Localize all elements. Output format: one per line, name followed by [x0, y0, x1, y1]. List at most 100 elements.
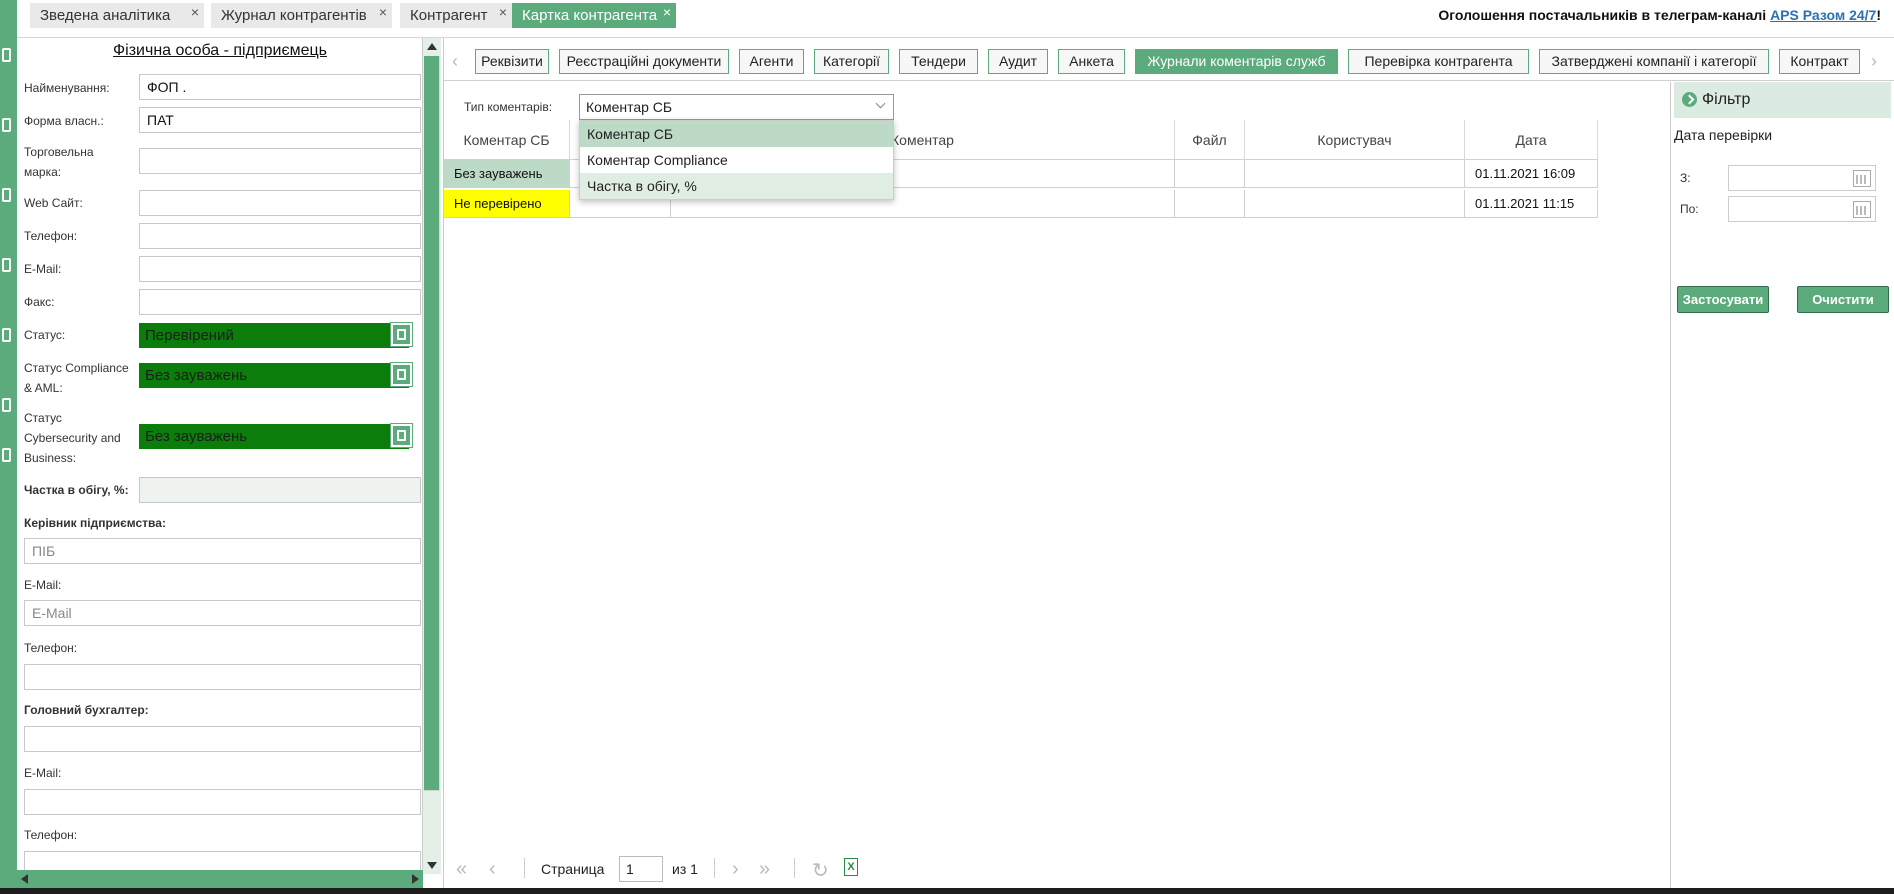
compliance-edit-button[interactable]	[390, 362, 413, 387]
option-compliance-comment[interactable]: Коментар Compliance	[580, 147, 893, 173]
close-icon[interactable]: ×	[663, 0, 671, 25]
cyber-label-3: Business:	[24, 451, 77, 465]
director-email-field[interactable]: E-Mail	[24, 600, 421, 626]
tab-requisites[interactable]: Реквізити	[475, 49, 549, 74]
tab-questionnaire[interactable]: Анкета	[1058, 49, 1125, 74]
clear-button[interactable]: Очистити	[1797, 286, 1889, 313]
table-row-cell-sb[interactable]: Без зауважень	[444, 160, 570, 188]
table-row-cell-date[interactable]: 01.11.2021 11:15	[1465, 190, 1598, 218]
next-page-icon[interactable]: ›	[732, 858, 739, 881]
col-header-file[interactable]: Файл	[1175, 120, 1245, 160]
status-text: Перевірений	[145, 327, 234, 344]
director-phone-label: Телефон:	[24, 641, 78, 655]
filter-header[interactable]: Фільтр	[1674, 82, 1891, 118]
option-turnover-share[interactable]: Частка в обігу, %	[580, 173, 893, 199]
scroll-up-arrow-icon[interactable]	[427, 43, 437, 50]
tab-contract[interactable]: Контракт	[1779, 49, 1860, 74]
scroll-down-arrow-icon[interactable]	[427, 862, 437, 869]
scroll-left-arrow-icon[interactable]	[21, 874, 28, 884]
nav-icon-5[interactable]	[2, 328, 11, 342]
email-field[interactable]	[139, 256, 421, 282]
table-row-cell-file[interactable]	[1175, 160, 1245, 188]
close-icon[interactable]: ×	[191, 0, 199, 25]
director-name-field[interactable]: ПІБ	[24, 538, 421, 564]
page-input[interactable]: 1	[619, 856, 663, 882]
tab-approved-companies[interactable]: Затверджені компанії і категорії	[1539, 49, 1769, 74]
tabs-next-arrow-icon[interactable]: ›	[1871, 51, 1877, 72]
table-row-cell-user[interactable]	[1245, 160, 1465, 188]
calendar-icon[interactable]	[1853, 170, 1871, 187]
email-label: E-Mail:	[24, 262, 62, 276]
cyber-label-2: Cybersecurity and	[24, 431, 121, 445]
compliance-label-1: Статус Compliance	[24, 361, 129, 375]
trademark-field[interactable]	[139, 148, 421, 174]
comment-type-label: Тип коментарів:	[464, 100, 553, 114]
name-field[interactable]: ФОП .	[139, 74, 421, 100]
app-window: Зведена аналітика × Журнал контрагентів × …	[0, 0, 1894, 894]
table-row-cell-date[interactable]: 01.11.2021 16:09	[1465, 160, 1598, 188]
tab-counterparty-card[interactable]: Картка контрагента ×	[512, 3, 676, 28]
left-panel-hscrollbar[interactable]	[17, 870, 423, 888]
edit-icon	[397, 329, 406, 340]
tab-counterparty[interactable]: Контрагент ×	[400, 3, 512, 28]
cyber-edit-button[interactable]	[390, 423, 413, 448]
nav-icon-7[interactable]	[2, 448, 11, 462]
scroll-thumb[interactable]	[424, 56, 440, 791]
tab-registration-docs[interactable]: Реєстраційні документи	[559, 49, 729, 74]
close-icon[interactable]: ×	[379, 0, 387, 25]
tab-comment-journals[interactable]: Журнали коментарів служб	[1135, 49, 1338, 74]
refresh-icon[interactable]: ↻	[812, 858, 829, 883]
accountant-email-field[interactable]	[24, 789, 421, 815]
ownership-field[interactable]: ПАТ	[139, 107, 421, 133]
fax-field[interactable]	[139, 289, 421, 315]
website-field[interactable]	[139, 190, 421, 216]
last-page-icon[interactable]: »	[759, 858, 770, 881]
table-row-cell-file[interactable]	[1175, 190, 1245, 218]
comment-type-select[interactable]: Коментар СБ	[579, 94, 894, 120]
nav-icon-3[interactable]	[2, 188, 11, 202]
tab-counterparty-check[interactable]: Перевірка контрагента	[1348, 49, 1529, 74]
apply-button[interactable]: Застосувати	[1677, 286, 1769, 313]
tab-audit[interactable]: Аудит	[988, 49, 1048, 74]
table-row-cell-user[interactable]	[1245, 190, 1465, 218]
nav-icon-1[interactable]	[2, 48, 11, 62]
director-phone-field[interactable]	[24, 664, 421, 690]
prev-page-icon[interactable]: ‹	[489, 858, 496, 881]
status-edit-button[interactable]	[390, 322, 413, 347]
nav-icon-4[interactable]	[2, 258, 11, 272]
compliance-status-text: Без зауважень	[145, 367, 248, 384]
calendar-icon[interactable]	[1853, 201, 1871, 218]
phone-field[interactable]	[139, 223, 421, 249]
col-header-user[interactable]: Користувач	[1245, 120, 1465, 160]
date-to-input[interactable]	[1728, 196, 1876, 222]
director-label: Керівник підприємства:	[24, 516, 166, 530]
date-from-input[interactable]	[1728, 165, 1876, 191]
compliance-status-value: Без зауважень	[139, 363, 409, 388]
tab-tenders[interactable]: Тендери	[899, 49, 978, 74]
col-header-date[interactable]: Дата	[1465, 120, 1598, 160]
excel-export-icon[interactable]: X	[844, 858, 858, 876]
tab-summary-analytics[interactable]: Зведена аналітика ×	[30, 3, 204, 28]
left-panel-scrollbar[interactable]	[423, 38, 441, 874]
tabs-prev-arrow-icon[interactable]: ‹	[452, 51, 458, 72]
option-sb-comment[interactable]: Коментар СБ	[580, 121, 893, 147]
close-icon[interactable]: ×	[499, 0, 507, 25]
tab-agents[interactable]: Агенти	[739, 49, 804, 74]
tab-counterparty-journal[interactable]: Журнал контрагентів ×	[211, 3, 392, 28]
telegram-link[interactable]: APS Разом 24/7	[1770, 7, 1876, 23]
first-page-icon[interactable]: «	[456, 858, 467, 881]
table-row-cell-sb[interactable]: Не перевірено	[444, 190, 570, 218]
pager: « ‹ Страница 1 из 1 › » ↻ X	[444, 848, 1674, 886]
accountant-label: Головний бухгалтер:	[24, 703, 149, 717]
status-label: Статус:	[24, 328, 66, 342]
comment-type-value: Коментар СБ	[586, 99, 673, 115]
accountant-name-field[interactable]	[24, 726, 421, 752]
scroll-right-arrow-icon[interactable]	[412, 874, 419, 884]
tab-label: Картка контрагента	[522, 7, 658, 24]
tab-categories[interactable]: Категорії	[814, 49, 889, 74]
collapse-icon[interactable]	[1682, 92, 1697, 107]
nav-icon-2[interactable]	[2, 118, 11, 132]
col-header-sb-comment[interactable]: Коментар СБ	[444, 120, 570, 160]
nav-icon-6[interactable]	[2, 398, 11, 412]
tab-label: Журнал контрагентів	[221, 7, 367, 24]
